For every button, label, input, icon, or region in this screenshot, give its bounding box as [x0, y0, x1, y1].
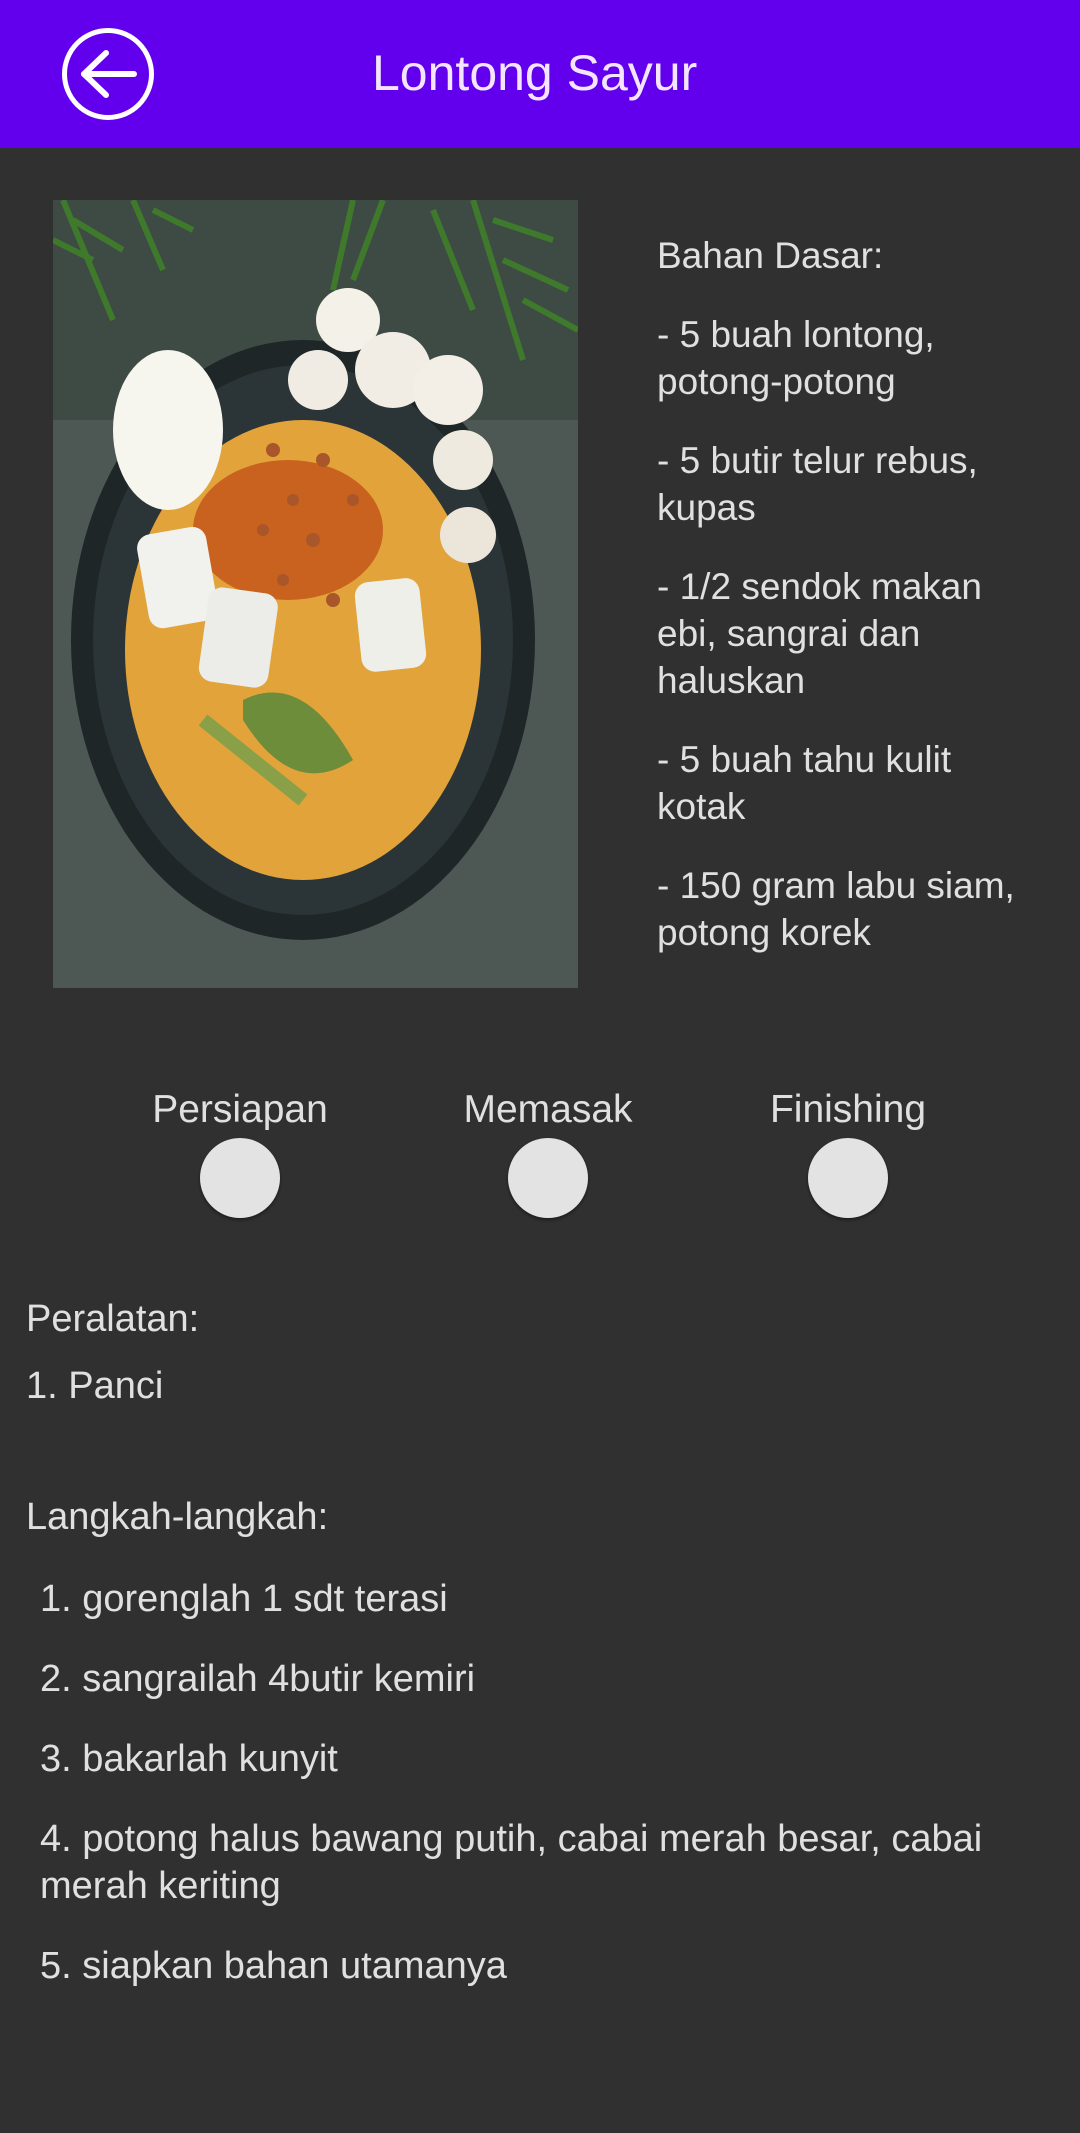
step-label: Persiapan [152, 1088, 328, 1131]
step-indicator[interactable] [200, 1138, 280, 1218]
instruction-item: 3. bakarlah kunyit [40, 1738, 338, 1780]
instruction-item: 2. sangrailah 4butir kemiri [40, 1658, 476, 1700]
ingredients-panel: Bahan Dasar: - 5 buah lontong, potong-po… [657, 232, 1027, 972]
step-indicator[interactable] [808, 1138, 888, 1218]
step-finishing[interactable]: Finishing [728, 1088, 968, 1218]
ingredient-item: - 1/2 sendok makan ebi, sangrai dan halu… [657, 566, 982, 701]
step-label: Memasak [463, 1088, 633, 1131]
ingredient-item: - 5 butir telur rebus, kupas [657, 440, 978, 528]
arrow-left-circle-icon [81, 50, 137, 98]
ingredient-item: - 5 buah lontong, potong-potong [657, 314, 935, 402]
step-memasak[interactable]: Memasak [428, 1088, 668, 1218]
ingredients-title: Bahan Dasar: [657, 235, 884, 276]
ingredient-item: - 5 buah tahu kulit kotak [657, 739, 952, 827]
app-bar: Lontong Sayur [0, 0, 1080, 148]
food-image [53, 200, 578, 988]
equipment-item: 1. Panci [26, 1365, 164, 1407]
equipment-title: Peralatan: [26, 1298, 200, 1340]
ingredient-item: - 150 gram labu siam, potong korek [657, 865, 1015, 953]
step-label: Finishing [769, 1088, 927, 1131]
instructions-title: Langkah-langkah: [26, 1496, 329, 1538]
instruction-item: 1. gorenglah 1 sdt terasi [40, 1578, 448, 1620]
page-title: Lontong Sayur [372, 45, 698, 101]
step-persiapan[interactable]: Persiapan [120, 1088, 360, 1218]
step-indicator[interactable] [508, 1138, 588, 1218]
back-button[interactable] [62, 28, 154, 120]
instruction-item: 4. potong halus bawang putih, cabai mera… [40, 1818, 983, 1907]
instruction-item: 5. siapkan bahan utamanya [40, 1945, 507, 1987]
